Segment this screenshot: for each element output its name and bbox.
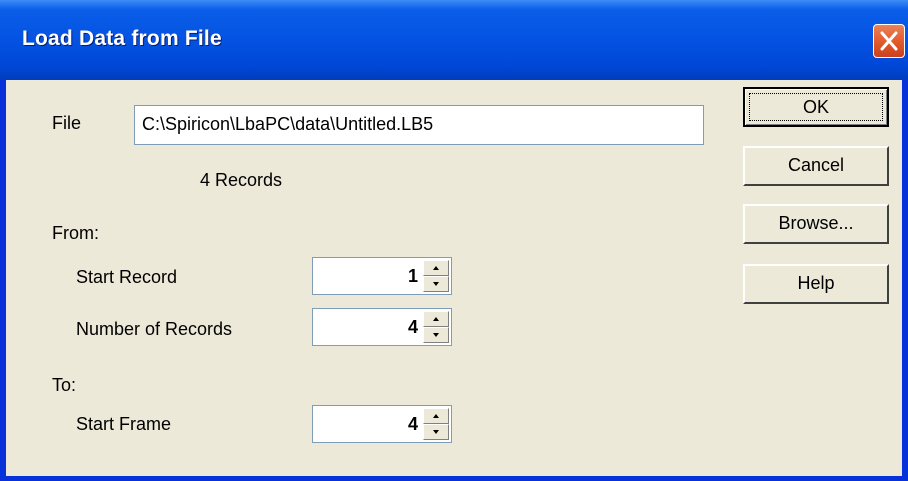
start-frame-value[interactable]: 4 xyxy=(408,414,418,435)
start-record-up-button[interactable] xyxy=(423,260,449,276)
file-path-input[interactable]: C:\Spiricon\LbaPC\data\Untitled.LB5 xyxy=(134,105,704,145)
start-record-label: Start Record xyxy=(76,267,178,287)
start-frame-up-button[interactable] xyxy=(423,408,449,424)
spin-up-arrow-icon xyxy=(433,266,439,270)
number-of-records-spin-buttons xyxy=(423,311,449,343)
number-of-records-value[interactable]: 4 xyxy=(408,317,418,338)
start-frame-label: Start Frame xyxy=(76,414,172,434)
close-icon xyxy=(880,31,898,51)
start-frame-spinner[interactable]: 4 xyxy=(312,405,452,443)
start-record-spinner[interactable]: 1 xyxy=(312,257,452,295)
number-of-records-label: Number of Records xyxy=(76,319,233,339)
start-frame-spin-buttons xyxy=(423,408,449,440)
dialog-title: Load Data from File xyxy=(22,27,222,50)
to-heading: To: xyxy=(52,375,77,395)
start-record-down-button[interactable] xyxy=(423,276,449,292)
cancel-button[interactable]: Cancel xyxy=(743,146,889,186)
spin-up-arrow-icon xyxy=(433,317,439,321)
spin-down-arrow-icon xyxy=(433,333,439,337)
spin-up-arrow-icon xyxy=(433,414,439,418)
from-heading: From: xyxy=(52,223,99,243)
ok-button[interactable]: OK xyxy=(743,87,889,127)
spin-down-arrow-icon xyxy=(433,282,439,286)
start-record-value[interactable]: 1 xyxy=(408,266,418,287)
load-data-dialog: Load Data from File File C:\Spiricon\Lba… xyxy=(0,0,908,481)
records-count-text: 4 Records xyxy=(200,170,283,190)
title-bar[interactable]: Load Data from File xyxy=(0,0,908,80)
spin-down-arrow-icon xyxy=(433,430,439,434)
start-record-spin-buttons xyxy=(423,260,449,292)
browse-button[interactable]: Browse... xyxy=(743,204,889,244)
ok-button-label: OK xyxy=(749,93,883,121)
number-of-records-down-button[interactable] xyxy=(423,327,449,343)
file-label: File xyxy=(52,113,82,133)
window-bottom-border xyxy=(0,476,908,481)
number-of-records-up-button[interactable] xyxy=(423,311,449,327)
close-button[interactable] xyxy=(873,24,905,58)
help-button[interactable]: Help xyxy=(743,264,889,304)
number-of-records-spinner[interactable]: 4 xyxy=(312,308,452,346)
start-frame-down-button[interactable] xyxy=(423,424,449,440)
